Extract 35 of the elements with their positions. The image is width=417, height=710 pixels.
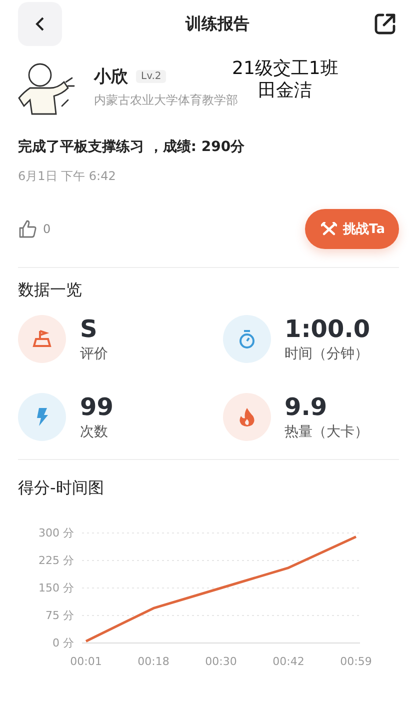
x-tick-label: 00:42: [272, 655, 304, 668]
organization-name: 内蒙古农业大学体育教学部: [94, 92, 238, 109]
back-icon: [34, 16, 46, 32]
stat-label: 时间（分钟）: [284, 345, 370, 363]
stat-value: 9.9: [284, 393, 328, 421]
y-tick-label: 150 分: [38, 582, 74, 594]
share-icon[interactable]: [373, 12, 397, 36]
y-tick-label: 75 分: [46, 609, 74, 622]
y-tick-label: 0 分: [52, 636, 74, 650]
x-tick-label: 00:30: [205, 655, 237, 668]
result-text: 完成了平板支撑练习 ，成绩: 290分: [18, 138, 246, 156]
stat-label: 评价: [80, 345, 108, 363]
user-name: 小欣: [94, 66, 128, 88]
stat-value: 1:00.0: [284, 315, 370, 343]
stat-value: 99: [80, 393, 114, 421]
x-tick-label: 00:59: [340, 655, 372, 668]
date-text: 6月1日 下午 6:42: [18, 168, 117, 185]
stat-label: 热量（大卡）: [284, 423, 368, 441]
stat-value: S: [80, 315, 98, 343]
like-count: 0: [43, 222, 51, 236]
back-button[interactable]: [18, 2, 62, 46]
level-badge: Lv.2: [136, 70, 166, 83]
stat-label: 次数: [80, 423, 109, 441]
note-text: 21级交工1班: [232, 58, 338, 80]
y-tick-label: 225 分: [38, 554, 74, 567]
x-tick-label: 00:18: [138, 655, 170, 668]
x-tick-label: 00:01: [70, 655, 102, 668]
chart-title: 得分-时间图: [17, 477, 105, 499]
section-title: 数据一览: [17, 279, 83, 301]
crossed-tools-icon: [321, 222, 338, 236]
y-tick-label: 300 分: [38, 526, 74, 540]
thumbs-up-icon[interactable]: [18, 219, 38, 239]
note-text: 田金洁: [258, 80, 312, 102]
challenge-button[interactable]: 挑战Ta: [305, 209, 399, 249]
page-title: 训练报告: [186, 14, 250, 34]
